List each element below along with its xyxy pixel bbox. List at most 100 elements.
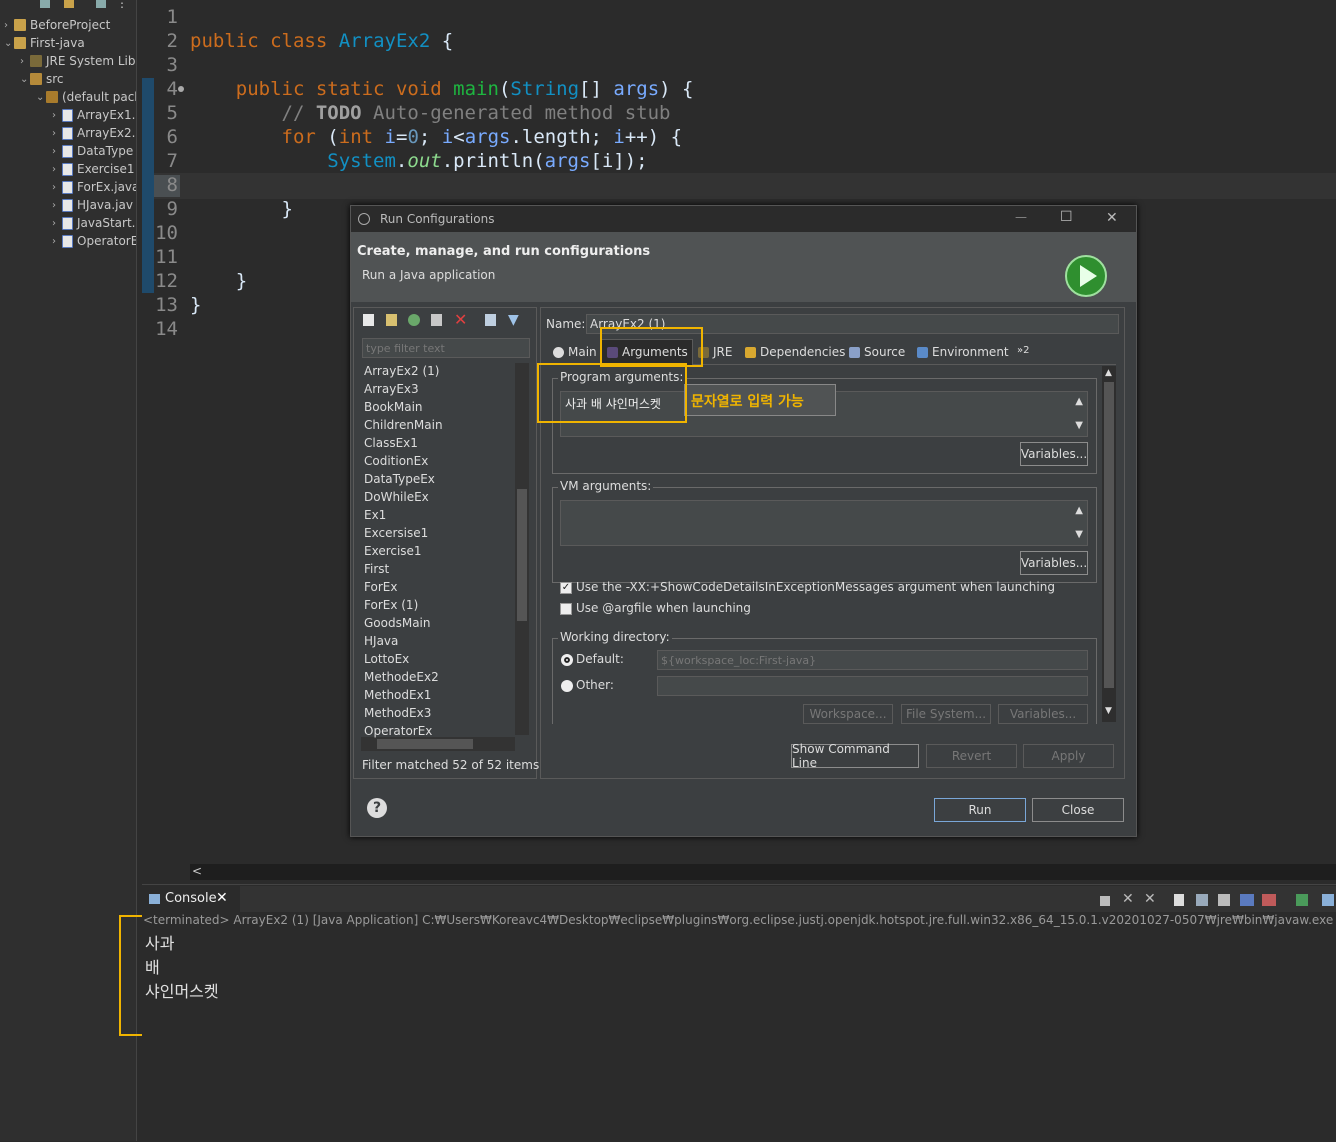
config-list-item[interactable]: Ex1 <box>364 506 386 524</box>
program-args-variables-button[interactable]: Variables... <box>1020 442 1088 466</box>
show-stdout-icon[interactable] <box>1240 894 1254 906</box>
config-list-item[interactable]: OperatorEx <box>364 722 432 740</box>
display-console-icon[interactable] <box>1322 894 1334 906</box>
tree-item[interactable]: › ForEx.java <box>52 178 136 196</box>
config-list-item[interactable]: GoodsMain <box>364 614 431 632</box>
tree-item[interactable]: › JRE System Libr <box>20 52 136 70</box>
tab-dependencies[interactable]: Dependencies <box>745 342 845 362</box>
expand-icon[interactable]: ⌄ <box>36 92 46 103</box>
vm-arguments-input[interactable]: ▲ ▼ <box>560 500 1088 546</box>
config-list-item[interactable]: ClassEx1 <box>364 434 418 452</box>
close-tab-icon[interactable]: ✕ <box>216 890 228 906</box>
tab-source[interactable]: Source <box>849 342 905 362</box>
scroll-down-icon[interactable]: ▼ <box>1105 706 1112 716</box>
view-menu-icon[interactable]: ⋮ <box>116 0 128 10</box>
filter-input[interactable]: type filter text <box>362 338 530 358</box>
tree-item[interactable]: › JavaStart. <box>52 214 135 232</box>
help-icon[interactable]: ? <box>367 798 387 818</box>
remove-launch-icon[interactable]: ✕ <box>1122 891 1134 907</box>
collapse-icon[interactable]: › <box>52 182 62 193</box>
expand-icon[interactable]: ⌄ <box>20 74 30 85</box>
collapse-icon[interactable]: › <box>52 128 62 139</box>
collapse-icon[interactable]: › <box>52 164 62 175</box>
collapse-icon[interactable]: › <box>52 218 62 229</box>
config-list-item[interactable]: ChildrenMain <box>364 416 443 434</box>
show-command-line-button[interactable]: Show Command Line <box>791 742 919 770</box>
config-list-item[interactable]: MethodEx3 <box>364 704 431 722</box>
config-list-item[interactable]: ForEx <box>364 578 397 596</box>
code-line-13[interactable]: } <box>190 294 201 316</box>
collapse-icon[interactable]: › <box>52 146 62 157</box>
show-code-details-checkbox[interactable]: ✓ <box>560 582 572 594</box>
config-list-item[interactable]: HJava <box>364 632 398 650</box>
revert-button[interactable]: Revert <box>926 744 1017 768</box>
config-list-vscrollbar[interactable] <box>515 363 529 735</box>
config-list-item[interactable]: MethodeEx2 <box>364 668 439 686</box>
link-editor-icon[interactable] <box>64 0 74 8</box>
config-list-item[interactable]: LottoEx <box>364 650 409 668</box>
file-system-button[interactable]: File System... <box>901 704 991 724</box>
scroll-up-icon[interactable]: ▲ <box>1075 505 1083 516</box>
tab-overflow[interactable]: »2 <box>1017 340 1029 360</box>
scroll-down-icon[interactable]: ▼ <box>1075 420 1083 431</box>
code-line-4[interactable]: public static void main(String[] args) { <box>190 78 694 100</box>
export-config-icon[interactable] <box>408 314 420 326</box>
filter-icon[interactable] <box>96 0 106 8</box>
collapse-icon[interactable]: › <box>20 56 30 67</box>
dialog-titlebar[interactable]: Run Configurations — ☐ ✕ <box>351 206 1136 232</box>
argfile-checkbox[interactable] <box>560 603 572 615</box>
tree-item[interactable]: › ArrayEx2. <box>52 124 135 142</box>
duplicate-config-icon[interactable] <box>431 314 442 326</box>
tree-item[interactable]: › BeforeProject <box>4 16 110 34</box>
clear-console-icon[interactable] <box>1174 894 1184 906</box>
remove-all-icon[interactable]: ✕ <box>1144 891 1156 907</box>
scroll-up-icon[interactable]: ▲ <box>1075 396 1083 407</box>
scroll-thumb[interactable] <box>1104 382 1114 688</box>
code-line-6[interactable]: for (int i=0; i<args.length; i++) { <box>190 126 683 148</box>
config-list-item[interactable]: ArrayEx2 (1) <box>364 362 439 380</box>
word-wrap-icon[interactable] <box>1218 894 1230 906</box>
minimize-button[interactable]: — <box>1015 210 1027 224</box>
scroll-up-icon[interactable]: ▲ <box>1105 368 1112 378</box>
other-radio[interactable] <box>561 680 573 692</box>
scroll-left-icon[interactable]: < <box>192 864 202 878</box>
config-list-item[interactable]: ForEx (1) <box>364 596 418 614</box>
config-list-item[interactable]: Exercise1 <box>364 542 422 560</box>
new-prototype-icon[interactable] <box>386 314 397 326</box>
pin-console-icon[interactable] <box>1296 894 1308 906</box>
collapse-icon[interactable]: › <box>52 200 62 211</box>
tab-main[interactable]: Main <box>553 342 597 362</box>
config-list-item[interactable]: ArrayEx3 <box>364 380 419 398</box>
maximize-button[interactable]: ☐ <box>1060 209 1073 225</box>
config-list-item[interactable]: CoditionEx <box>364 452 428 470</box>
show-stderr-icon[interactable] <box>1262 894 1276 906</box>
scroll-thumb[interactable] <box>517 489 527 621</box>
config-list-item[interactable]: First <box>364 560 389 578</box>
other-dir-field[interactable] <box>657 676 1088 696</box>
console-tab[interactable]: Console ✕ <box>142 886 240 912</box>
code-line-9[interactable]: } <box>190 198 293 220</box>
collapse-all-icon[interactable] <box>40 0 50 8</box>
tree-item[interactable]: ⌄ (default pacl <box>36 88 136 106</box>
tree-item[interactable]: ⌄ First-java <box>4 34 85 52</box>
terminate-icon[interactable] <box>1100 896 1110 906</box>
tab-jre[interactable]: JRE <box>698 342 732 362</box>
editor-horizontal-scrollbar[interactable]: < <box>190 864 1336 880</box>
code-line-7[interactable]: System.out.println(args[i]); <box>190 150 647 172</box>
code-line-2[interactable]: public class ArrayEx2 { <box>190 30 453 52</box>
default-radio[interactable] <box>561 654 573 666</box>
tab-environment[interactable]: Environment <box>917 342 1009 362</box>
hscroll-thumb[interactable] <box>377 739 473 749</box>
fold-marker-icon[interactable] <box>178 86 184 92</box>
tree-item[interactable]: › Exercise1 <box>52 160 135 178</box>
close-button[interactable]: Close <box>1032 798 1124 822</box>
tree-item[interactable]: ⌄ src <box>20 70 64 88</box>
collapse-icon[interactable]: › <box>52 236 62 247</box>
config-list-item[interactable]: DoWhileEx <box>364 488 429 506</box>
apply-button[interactable]: Apply <box>1023 744 1114 768</box>
config-list-item[interactable]: Excersise1 <box>364 524 428 542</box>
delete-config-icon[interactable]: ✕ <box>454 310 467 329</box>
new-config-icon[interactable] <box>363 314 374 326</box>
config-list-item[interactable]: BookMain <box>364 398 423 416</box>
code-line-5[interactable]: // TODO Auto-generated method stub <box>190 102 671 124</box>
